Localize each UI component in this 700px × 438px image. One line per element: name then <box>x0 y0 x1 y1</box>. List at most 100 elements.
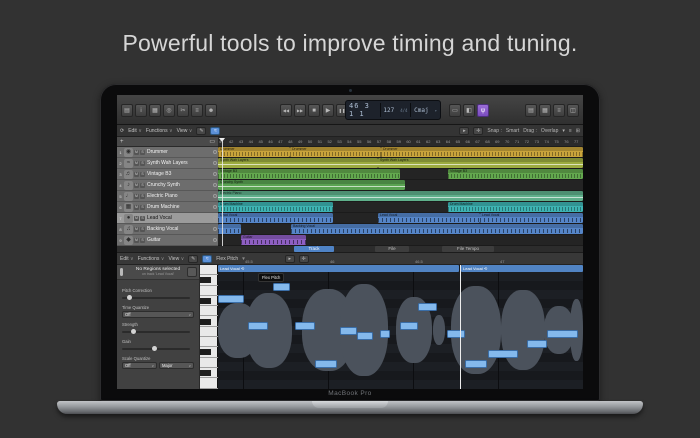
solo-button[interactable]: S <box>140 161 145 166</box>
zoom-icon-2[interactable]: ≡ <box>569 128 572 134</box>
black-key[interactable] <box>200 277 211 283</box>
add-track-icon[interactable]: + <box>120 139 124 145</box>
track-header-synth-wah-layers[interactable]: 2≈MSSynth Wah Layers <box>117 158 218 169</box>
tab-file-tempo[interactable]: File Tempo <box>442 246 494 252</box>
solo-button[interactable]: S <box>140 216 145 221</box>
zoom-icon-1[interactable]: ▾ <box>562 128 565 134</box>
editor-menu-view[interactable]: View ∨ <box>168 256 184 262</box>
slider-thumb[interactable] <box>152 346 157 351</box>
track-header-vintage-b3[interactable]: 3♬MSVintage B3 <box>117 169 218 180</box>
editor-pointer-tool-icon[interactable]: ▸ <box>285 255 295 263</box>
white-key[interactable] <box>200 337 218 347</box>
white-key[interactable] <box>200 358 218 368</box>
flex-pitch-note[interactable] <box>488 350 518 358</box>
popup-value-2[interactable]: Major∨ <box>159 362 194 369</box>
region-electric-piano[interactable]: Electric Piano <box>218 191 583 201</box>
region-guitar[interactable]: Guitar <box>241 235 306 245</box>
note-pads-icon[interactable]: ▦ <box>539 104 551 117</box>
black-key[interactable] <box>200 298 211 304</box>
flex-mode-icon[interactable]: ≈ <box>210 127 220 135</box>
tab-track[interactable]: Track <box>294 246 334 252</box>
record-enable-icon[interactable] <box>213 183 217 187</box>
flex-pitch-note[interactable] <box>400 322 418 330</box>
lcd-display[interactable]: 46 3 1 1 127 4/4 Cmaj ▾ <box>345 100 441 120</box>
solo-button[interactable]: S <box>140 205 145 210</box>
arrange-playhead[interactable] <box>222 139 223 246</box>
mute-button[interactable]: M <box>134 172 139 177</box>
region-drum-machine[interactable]: Drum Machine <box>218 202 333 212</box>
slider-thumb[interactable] <box>127 295 132 300</box>
mute-button[interactable]: M <box>134 194 139 199</box>
flex-pitch-note[interactable] <box>465 360 487 368</box>
mute-button[interactable]: M <box>134 183 139 188</box>
popup-value[interactable]: Off∨ <box>122 311 194 318</box>
solo-button[interactable]: S <box>140 150 145 155</box>
region-crunchy-synth[interactable]: Crunchy Synth <box>218 180 405 190</box>
white-key[interactable] <box>200 327 218 337</box>
region-drummer[interactable]: Drummer <box>381 147 583 157</box>
editor-region-header[interactable]: Lead Vocal ⟲ <box>218 265 459 272</box>
region-vintage-b3[interactable]: Vintage B3 <box>218 169 400 179</box>
region-backing-vocal[interactable]: Backing Vocal <box>291 224 583 234</box>
editor-menu-edit[interactable]: Edit ∨ <box>120 256 134 262</box>
piano-keyboard[interactable] <box>200 265 218 389</box>
editor-playhead[interactable] <box>460 265 461 389</box>
flex-pitch-note[interactable] <box>340 327 357 335</box>
editor-secondary-tool-icon[interactable]: ✛ <box>299 255 309 263</box>
record-enable-icon[interactable] <box>213 205 217 209</box>
black-key[interactable] <box>200 319 211 325</box>
tab-file[interactable]: File <box>375 246 409 252</box>
lcd-time-signature[interactable]: 4/4 <box>397 101 410 119</box>
solo-button[interactable]: S <box>140 194 145 199</box>
library-icon[interactable]: ☻ <box>205 104 217 117</box>
inspector-icon[interactable]: i <box>135 104 147 117</box>
record-enable-icon[interactable] <box>213 161 217 165</box>
quick-help-icon[interactable]: ▤ <box>121 104 133 117</box>
mixer-icon[interactable]: ▦ <box>149 104 161 117</box>
inspector-collapse-icon[interactable] <box>187 267 197 277</box>
flex-pitch-note[interactable] <box>418 303 437 311</box>
lcd-key[interactable]: Cmaj <box>411 101 431 119</box>
record-enable-icon[interactable] <box>213 238 217 242</box>
browser-icon[interactable]: ◫ <box>567 104 579 117</box>
region-drummer[interactable]: Drummer <box>290 147 381 157</box>
flex-mode-value[interactable]: Flex Pitch <box>216 256 238 262</box>
black-key[interactable] <box>200 349 211 355</box>
track-header-guitar[interactable]: 9◆MSGuitar <box>117 235 218 246</box>
region-vintage-b3[interactable]: Vintage B3 <box>448 169 583 179</box>
region-drummer[interactable]: Drummer <box>218 147 290 157</box>
master-level-icon[interactable]: ▭ <box>449 104 461 117</box>
solo-button[interactable]: S <box>140 172 145 177</box>
lcd-position[interactable]: 46 3 1 1 <box>346 101 380 119</box>
track-header-lead-vocal[interactable]: 7●MSLead Vocal <box>117 213 218 224</box>
forward-button[interactable]: ▶▶ <box>294 104 306 117</box>
play-button[interactable]: ▶ <box>322 104 334 117</box>
black-key[interactable] <box>200 370 211 376</box>
white-key[interactable] <box>200 378 218 388</box>
slider-thumb[interactable] <box>131 329 136 334</box>
solo-icon[interactable]: ◧ <box>463 104 475 117</box>
record-enable-icon[interactable] <box>213 216 217 220</box>
tuner-icon[interactable]: ψ <box>477 104 489 117</box>
pointer-tool-icon[interactable]: ▸ <box>459 127 469 135</box>
flex-pitch-note[interactable] <box>295 322 315 330</box>
record-enable-icon[interactable] <box>213 227 217 231</box>
lcd-tempo[interactable]: 127 <box>380 101 397 119</box>
record-enable-icon[interactable] <box>213 172 217 176</box>
pitch-correction-slider[interactable] <box>122 294 194 301</box>
mute-button[interactable]: M <box>134 238 139 243</box>
pencil-tool-icon[interactable]: ✎ <box>196 127 206 135</box>
mute-button[interactable]: M <box>134 216 139 221</box>
flex-pitch-note[interactable] <box>218 295 244 303</box>
flex-pitch-note[interactable] <box>315 360 337 368</box>
flex-pitch-editor[interactable]: Lead Vocal ⟲ Lead Vocal ⟲ Flex Pitch <box>218 265 583 389</box>
arrange-menu-edit[interactable]: Edit ∨ <box>128 128 142 134</box>
gain-slider[interactable] <box>122 345 194 352</box>
drag-value[interactable]: Overlap <box>541 128 559 134</box>
editor-region-header[interactable]: Lead Vocal ⟲ <box>461 265 583 272</box>
stop-button[interactable]: ■ <box>308 104 320 117</box>
region-lead-vocal[interactable]: Lead Vocal <box>218 213 333 223</box>
record-enable-icon[interactable] <box>213 194 217 198</box>
track-header-backing-vocal[interactable]: 8♫MSBacking Vocal <box>117 224 218 235</box>
bar-ruler[interactable]: 4142434445464748495051525354555657585960… <box>218 137 583 147</box>
